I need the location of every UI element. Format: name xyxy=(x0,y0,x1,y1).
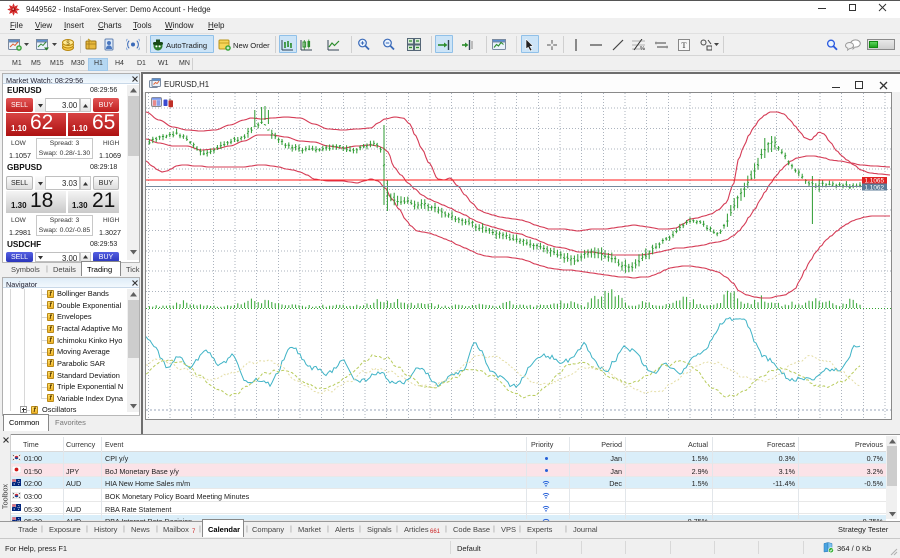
svg-text:1.1062: 1.1062 xyxy=(864,185,884,192)
svg-text:%: % xyxy=(640,46,645,51)
svg-text:T: T xyxy=(681,40,687,50)
